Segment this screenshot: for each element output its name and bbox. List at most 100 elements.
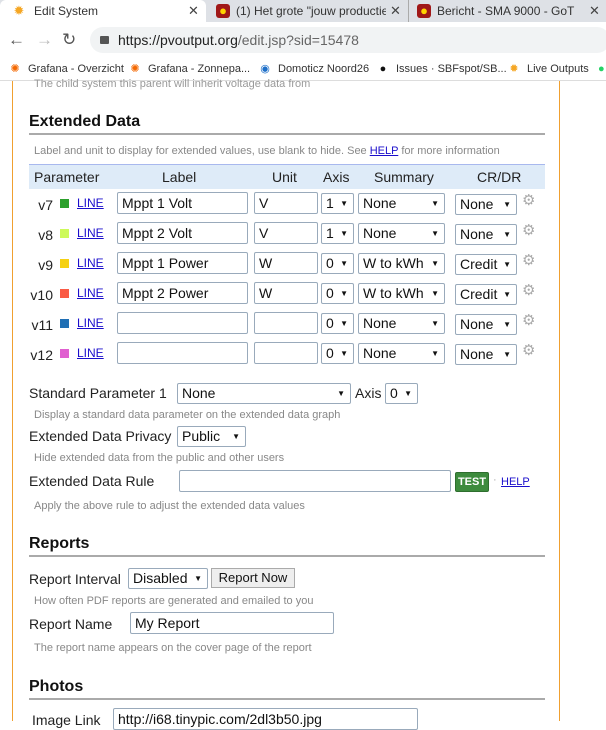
separator-dot: · bbox=[493, 474, 497, 486]
header-label: Label bbox=[162, 169, 197, 185]
parameter-name: v10 bbox=[30, 287, 53, 303]
crdr-select[interactable]: Credit bbox=[455, 284, 517, 305]
unit-input[interactable] bbox=[254, 312, 318, 334]
shield-icon: ● bbox=[216, 4, 230, 18]
summary-select[interactable]: None bbox=[358, 343, 445, 364]
tab-edit-system[interactable]: ✹ Edit System ✕ bbox=[0, 0, 206, 22]
domoticz-icon: ◉ bbox=[260, 63, 270, 75]
help-link[interactable]: HELP bbox=[370, 145, 399, 157]
standard-parameter-hint: Display a standard data parameter on the… bbox=[34, 409, 341, 421]
color-swatch[interactable] bbox=[60, 259, 69, 268]
gear-icon[interactable]: ⚙ bbox=[522, 281, 535, 299]
tab-jouw-productie[interactable]: ● (1) Het grote "jouw productie" to ✕ bbox=[206, 0, 406, 22]
bookmark-grafana-overzicht[interactable]: ✺ Grafana - Overzicht bbox=[8, 61, 124, 77]
axis-select[interactable]: 1 bbox=[321, 193, 354, 214]
label-input[interactable]: Mppt 1 Volt bbox=[117, 192, 248, 214]
summary-select[interactable]: None bbox=[358, 223, 445, 244]
tab-bericht[interactable]: ● Bericht - SMA 9000 - GoT ✕ bbox=[408, 0, 606, 22]
parameter-name: v11 bbox=[31, 317, 53, 333]
line-link[interactable]: LINE bbox=[77, 346, 104, 360]
standard-axis-select[interactable]: 0 bbox=[385, 383, 418, 404]
line-link[interactable]: LINE bbox=[77, 286, 104, 300]
standard-parameter-select[interactable]: None bbox=[177, 383, 351, 404]
whatsapp-icon[interactable]: ● bbox=[598, 61, 605, 77]
gear-icon[interactable]: ⚙ bbox=[522, 311, 535, 329]
axis-select[interactable]: 0 bbox=[321, 253, 354, 274]
divider bbox=[29, 698, 545, 700]
test-button[interactable]: TEST bbox=[455, 472, 489, 492]
forward-icon[interactable]: → bbox=[36, 30, 53, 50]
color-swatch[interactable] bbox=[60, 289, 69, 298]
color-swatch[interactable] bbox=[60, 199, 69, 208]
label-input[interactable]: Mppt 1 Power bbox=[117, 252, 248, 274]
reload-icon[interactable]: ↻ bbox=[62, 30, 76, 50]
report-interval-label: Report Interval bbox=[29, 571, 121, 587]
close-icon[interactable]: ✕ bbox=[589, 0, 600, 22]
axis-label: Axis bbox=[355, 385, 382, 401]
image-link-input[interactable]: http://i68.tinypic.com/2dl3b50.jpg bbox=[113, 708, 418, 730]
summary-select[interactable]: None bbox=[358, 193, 445, 214]
summary-select[interactable]: W to kWh bbox=[358, 283, 445, 304]
bookmark-live-outputs[interactable]: ✹ Live Outputs bbox=[507, 61, 588, 77]
privacy-select[interactable]: Public bbox=[177, 426, 246, 447]
summary-select[interactable]: None bbox=[358, 313, 445, 334]
rule-hint: Apply the above rule to adjust the exten… bbox=[34, 500, 305, 512]
color-swatch[interactable] bbox=[60, 319, 69, 328]
unit-input[interactable]: V bbox=[254, 192, 318, 214]
unit-input[interactable]: W bbox=[254, 252, 318, 274]
standard-parameter-label: Standard Parameter 1 bbox=[29, 385, 167, 401]
table-header: Parameter Label Unit Axis Summary CR/DR bbox=[29, 164, 545, 189]
color-swatch[interactable] bbox=[60, 229, 69, 238]
report-interval-select[interactable]: Disabled bbox=[128, 568, 208, 589]
crdr-select[interactable]: None bbox=[455, 344, 517, 365]
report-name-hint: The report name appears on the cover pag… bbox=[34, 642, 312, 654]
reports-heading: Reports bbox=[29, 535, 90, 552]
gear-icon[interactable]: ⚙ bbox=[522, 341, 535, 359]
unit-input[interactable] bbox=[254, 342, 318, 364]
page-content: The child system this parent will inheri… bbox=[12, 78, 560, 730]
parameter-name: v12 bbox=[30, 347, 53, 363]
gear-icon[interactable]: ⚙ bbox=[522, 191, 535, 209]
crdr-select[interactable]: None bbox=[455, 224, 517, 245]
rule-label: Extended Data Rule bbox=[29, 473, 155, 489]
axis-select[interactable]: 1 bbox=[321, 223, 354, 244]
label-input[interactable] bbox=[117, 312, 248, 334]
header-crdr: CR/DR bbox=[477, 169, 522, 185]
label-input[interactable]: Mppt 2 Volt bbox=[117, 222, 248, 244]
rule-input[interactable] bbox=[179, 470, 451, 492]
tab-bar: ✹ Edit System ✕ ● (1) Het grote "jouw pr… bbox=[0, 0, 606, 22]
back-icon[interactable]: ← bbox=[8, 30, 25, 50]
summary-select[interactable]: W to kWh bbox=[358, 253, 445, 274]
lock-icon bbox=[100, 36, 109, 44]
close-icon[interactable]: ✕ bbox=[188, 0, 199, 22]
header-parameter: Parameter bbox=[34, 169, 100, 185]
axis-select[interactable]: 0 bbox=[321, 343, 354, 364]
gear-icon[interactable]: ⚙ bbox=[522, 221, 535, 239]
report-name-label: Report Name bbox=[29, 616, 113, 632]
crdr-select[interactable]: Credit bbox=[455, 254, 517, 275]
url-field[interactable]: https://pvoutput.org/edit.jsp?sid=15478 bbox=[90, 27, 606, 53]
extended-data-heading: Extended Data bbox=[29, 113, 141, 130]
rule-help-link[interactable]: HELP bbox=[501, 476, 530, 488]
gear-icon[interactable]: ⚙ bbox=[522, 251, 535, 269]
axis-select[interactable]: 0 bbox=[321, 313, 354, 334]
unit-input[interactable]: V bbox=[254, 222, 318, 244]
bookmark-domoticz[interactable]: ◉ Domoticz Noord26 bbox=[258, 61, 369, 77]
line-link[interactable]: LINE bbox=[77, 226, 104, 240]
unit-input[interactable]: W bbox=[254, 282, 318, 304]
bookmark-grafana-zonnepanelen[interactable]: ✺ Grafana - Zonnepa... bbox=[128, 61, 250, 77]
report-now-button[interactable]: Report Now bbox=[211, 568, 295, 588]
line-link[interactable]: LINE bbox=[77, 256, 104, 270]
report-name-input[interactable]: My Report bbox=[130, 612, 334, 634]
crdr-select[interactable]: None bbox=[455, 194, 517, 215]
divider bbox=[29, 555, 545, 557]
axis-select[interactable]: 0 bbox=[321, 283, 354, 304]
color-swatch[interactable] bbox=[60, 349, 69, 358]
line-link[interactable]: LINE bbox=[77, 196, 104, 210]
line-link[interactable]: LINE bbox=[77, 316, 104, 330]
label-input[interactable]: Mppt 2 Power bbox=[117, 282, 248, 304]
label-input[interactable] bbox=[117, 342, 248, 364]
close-icon[interactable]: ✕ bbox=[390, 0, 401, 22]
crdr-select[interactable]: None bbox=[455, 314, 517, 335]
bookmark-issues-sbfspot[interactable]: ● Issues · SBFspot/SB... bbox=[376, 61, 507, 77]
